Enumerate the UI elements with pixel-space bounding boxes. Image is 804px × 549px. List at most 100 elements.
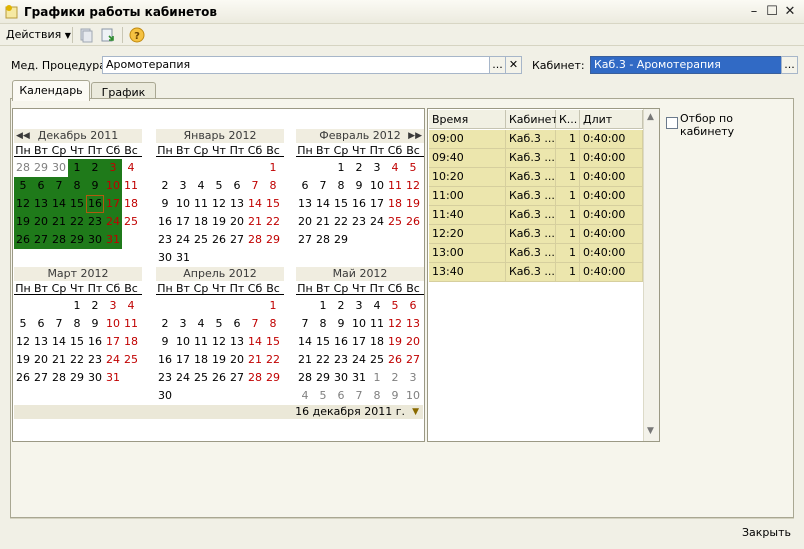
calendar-day[interactable]: 25 (368, 351, 386, 369)
calendar-day[interactable]: 4 (122, 297, 140, 315)
calendar-day[interactable]: 8 (332, 177, 350, 195)
calendar-day[interactable]: 7 (50, 177, 68, 195)
calendar-day[interactable]: 20 (404, 333, 422, 351)
table-row[interactable]: 09:40 Каб.3 ... 1 0:40:00 (429, 149, 643, 168)
cabinet-select-button[interactable]: ... (781, 56, 798, 74)
calendar-day[interactable]: 26 (386, 351, 404, 369)
calendar-day[interactable]: 28 (246, 369, 264, 387)
calendar-day[interactable]: 27 (228, 231, 246, 249)
calendar-day[interactable]: 29 (332, 231, 350, 249)
calendar-day[interactable]: 12 (210, 333, 228, 351)
calendar-day[interactable]: 14 (50, 333, 68, 351)
calendar-day[interactable]: 1 (68, 297, 86, 315)
calendar-day[interactable]: 29 (264, 231, 282, 249)
calendar-day[interactable]: 8 (68, 177, 86, 195)
calendar-day[interactable]: 16 (350, 195, 368, 213)
calendar-day[interactable]: 26 (14, 369, 32, 387)
calendar-day[interactable]: 30 (156, 387, 174, 405)
refresh-icon[interactable] (100, 27, 116, 43)
calendar-day[interactable]: 12 (210, 195, 228, 213)
calendar-day[interactable]: 11 (122, 177, 140, 195)
calendar-day[interactable]: 6 (404, 297, 422, 315)
tab-calendar[interactable]: Календарь (12, 80, 90, 101)
calendar-day[interactable]: 15 (68, 333, 86, 351)
close-button[interactable]: Закрыть (742, 526, 791, 539)
calendar-day[interactable]: 29 (32, 159, 50, 177)
calendar-day[interactable]: 23 (86, 213, 104, 231)
calendar-day[interactable]: 25 (386, 213, 404, 231)
close-icon[interactable]: ✕ (782, 4, 798, 20)
calendar-day[interactable]: 25 (122, 213, 140, 231)
calendar-day[interactable]: 3 (174, 315, 192, 333)
calendar-day[interactable]: 30 (156, 249, 174, 267)
calendar-day[interactable]: 2 (332, 297, 350, 315)
calendar-day[interactable]: 26 (404, 213, 422, 231)
calendar-day[interactable]: 10 (350, 315, 368, 333)
calendar-day[interactable]: 9 (156, 333, 174, 351)
calendar-day[interactable]: 26 (210, 369, 228, 387)
calendar-day[interactable]: 2 (386, 369, 404, 387)
table-row[interactable]: 13:00 Каб.3 ... 1 0:40:00 (429, 244, 643, 263)
calendar-day[interactable]: 29 (68, 231, 86, 249)
calendar-day[interactable]: 3 (350, 297, 368, 315)
calendar-day[interactable]: 21 (50, 351, 68, 369)
calendar-day[interactable]: 11 (122, 315, 140, 333)
calendar-day[interactable]: 21 (246, 351, 264, 369)
procedure-clear-button[interactable]: ✕ (505, 56, 522, 74)
calendar-day[interactable]: 18 (386, 195, 404, 213)
calendar-day[interactable]: 4 (192, 315, 210, 333)
calendar-day[interactable]: 6 (32, 177, 50, 195)
calendar-day[interactable]: 13 (404, 315, 422, 333)
calendar-day[interactable]: 18 (192, 213, 210, 231)
calendar-day[interactable]: 2 (156, 177, 174, 195)
calendar-day[interactable]: 1 (368, 369, 386, 387)
calendar-day[interactable]: 12 (404, 177, 422, 195)
calendar-day[interactable]: 5 (314, 387, 332, 405)
calendar-day[interactable]: 11 (192, 333, 210, 351)
chevron-down-icon[interactable]: ▼ (412, 405, 419, 419)
calendar-day[interactable]: 27 (32, 231, 50, 249)
calendar-day[interactable]: 15 (68, 195, 86, 213)
calendar-day[interactable]: 1 (314, 297, 332, 315)
actions-menu-button[interactable]: Действия ▼ (6, 27, 71, 43)
calendar-day[interactable]: 15 (264, 333, 282, 351)
calendar-day[interactable]: 28 (50, 231, 68, 249)
calendar-day[interactable]: 15 (332, 195, 350, 213)
calendar-day[interactable]: 23 (86, 351, 104, 369)
calendar-day[interactable]: 5 (210, 177, 228, 195)
calendar-day[interactable]: 24 (368, 213, 386, 231)
calendar-day[interactable]: 24 (174, 369, 192, 387)
calendar-day[interactable]: 8 (314, 315, 332, 333)
calendar-day[interactable]: 30 (86, 231, 104, 249)
calendar-day[interactable]: 9 (332, 315, 350, 333)
calendar-day[interactable]: 10 (104, 315, 122, 333)
calendar-day[interactable]: 4 (296, 387, 314, 405)
calendar-day[interactable]: 6 (228, 177, 246, 195)
calendar-day[interactable]: 9 (86, 315, 104, 333)
calendar-day[interactable]: 12 (14, 195, 32, 213)
calendar-day[interactable]: 8 (264, 177, 282, 195)
calendar-day[interactable]: 4 (368, 297, 386, 315)
calendar-day[interactable]: 28 (50, 369, 68, 387)
calendar-day[interactable]: 17 (350, 333, 368, 351)
minimize-icon[interactable]: – (746, 4, 762, 20)
column-header-time[interactable]: Время (429, 110, 506, 129)
calendar-day[interactable]: 2 (86, 159, 104, 177)
calendar-day[interactable]: 24 (350, 351, 368, 369)
calendar-day[interactable]: 19 (210, 351, 228, 369)
calendar-day[interactable]: 4 (386, 159, 404, 177)
calendar-day[interactable]: 9 (156, 195, 174, 213)
calendar-day[interactable]: 4 (122, 159, 140, 177)
calendar-day[interactable]: 27 (32, 369, 50, 387)
calendar-day[interactable]: 9 (350, 177, 368, 195)
column-header-cabinet[interactable]: Кабинет (506, 110, 558, 129)
calendar-day[interactable]: 3 (404, 369, 422, 387)
vertical-scrollbar[interactable]: ▲ ▼ (643, 109, 659, 441)
calendar-day[interactable]: 17 (174, 213, 192, 231)
calendar-day[interactable]: 16 (332, 333, 350, 351)
calendar-day[interactable]: 13 (228, 195, 246, 213)
calendar-day[interactable]: 13 (296, 195, 314, 213)
calendar-day[interactable]: 10 (174, 333, 192, 351)
calendar-day[interactable]: 14 (246, 195, 264, 213)
table-row[interactable]: 13:40 Каб.3 ... 1 0:40:00 (429, 263, 643, 282)
